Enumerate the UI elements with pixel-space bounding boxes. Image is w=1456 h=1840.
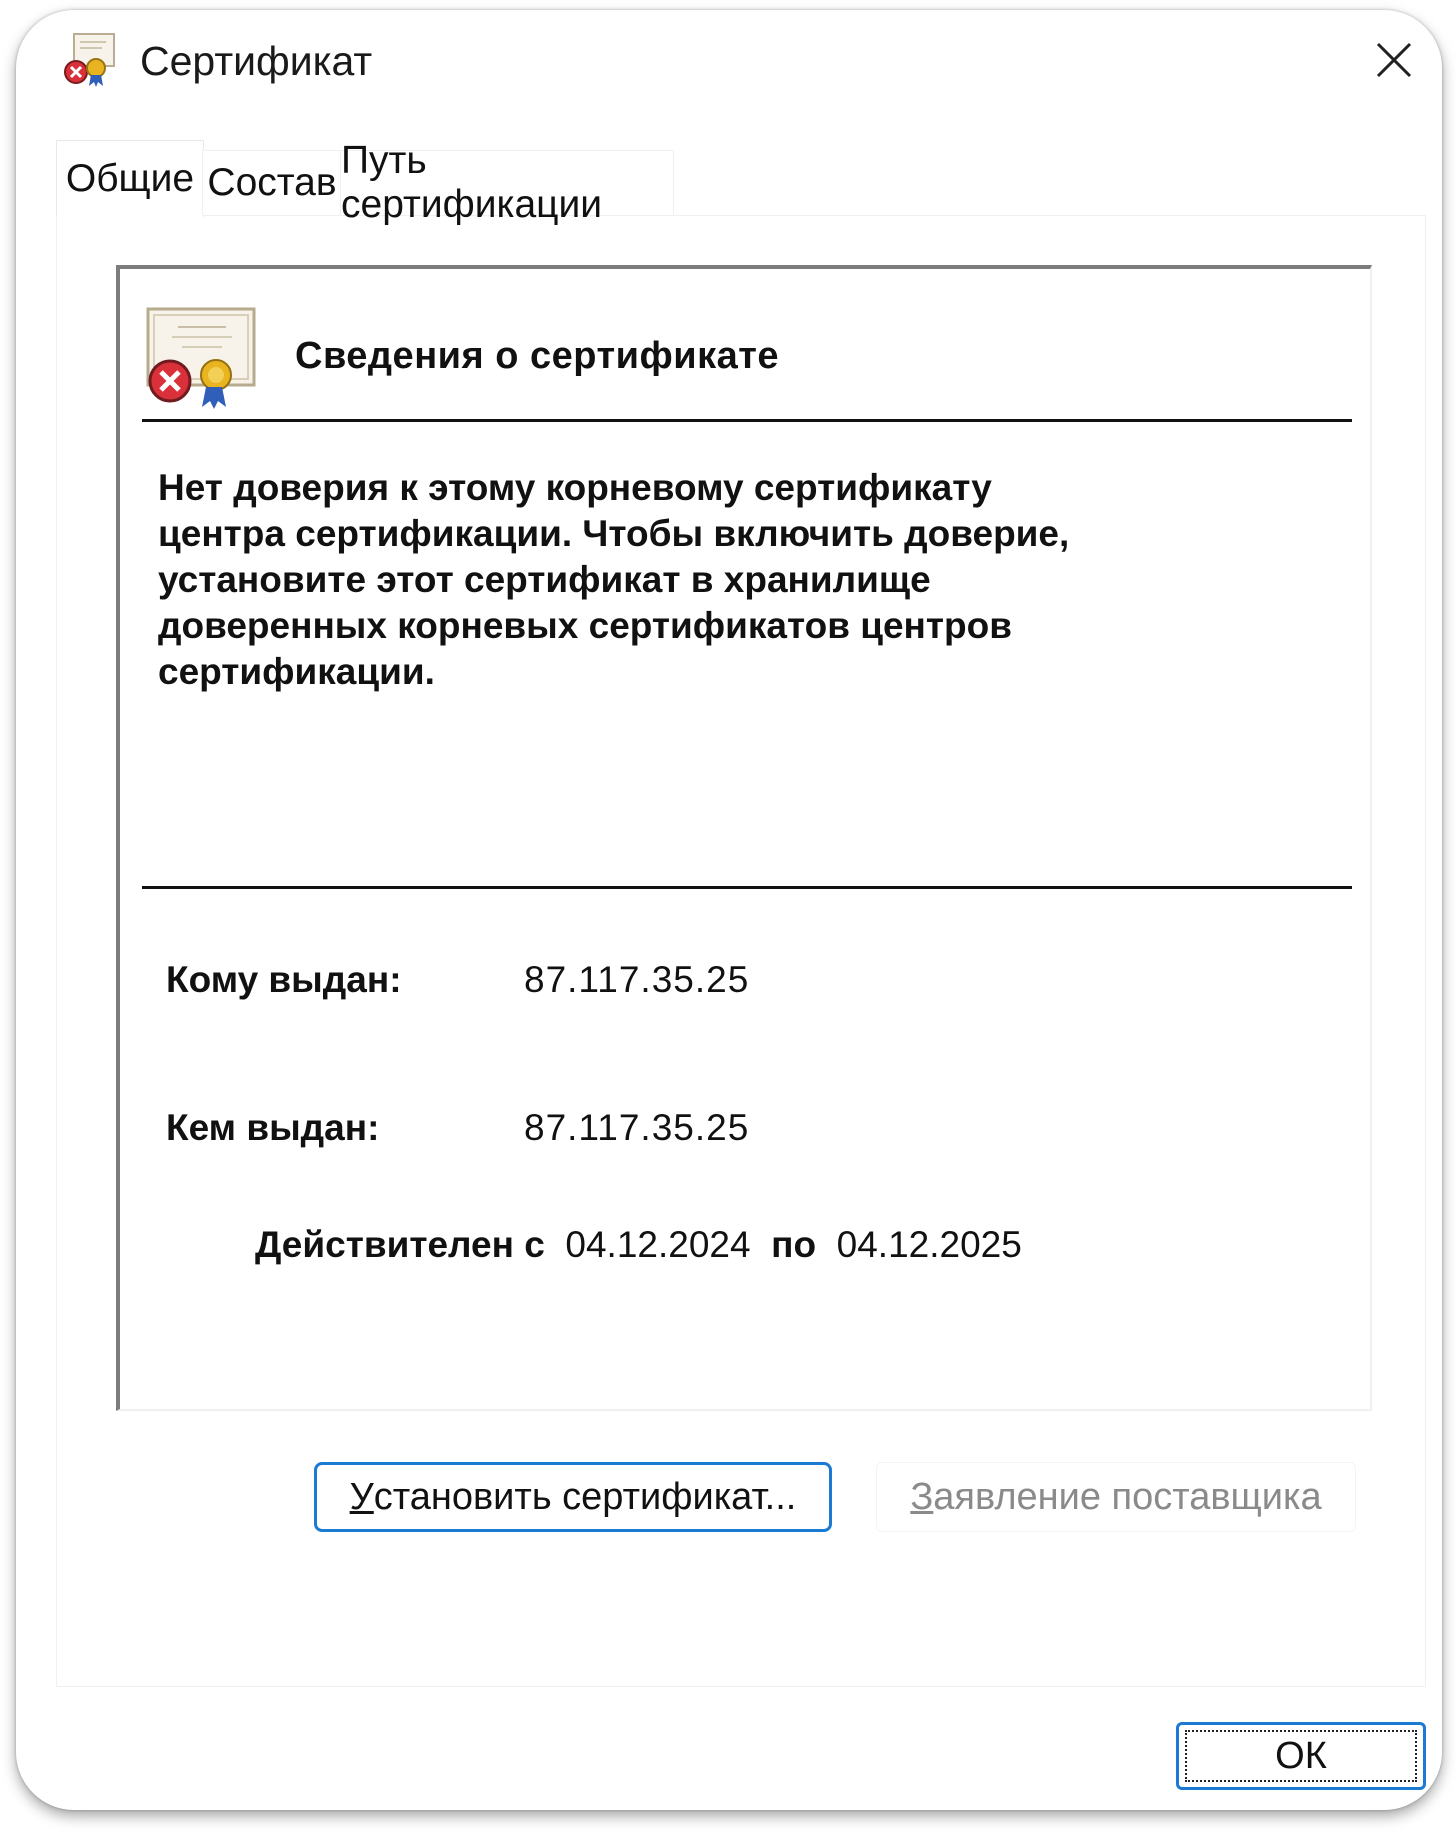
ok-label: ОК bbox=[1185, 1730, 1417, 1782]
issuer-statement-button: Заявление поставщика bbox=[876, 1462, 1356, 1532]
warning-line: центра сертификации. Чтобы включить дове… bbox=[158, 513, 1070, 554]
ok-button[interactable]: ОК bbox=[1176, 1722, 1426, 1790]
install-certificate-button[interactable]: Установить сертификат... bbox=[314, 1462, 832, 1532]
valid-to-label: по bbox=[771, 1224, 817, 1265]
trust-warning-text: Нет доверия к этому корневому сертификат… bbox=[158, 465, 1198, 695]
certificate-info-box: Сведения о сертификате Нет доверия к это… bbox=[116, 265, 1372, 1411]
window-title: Сертификат bbox=[140, 38, 373, 84]
info-heading: Сведения о сертификате bbox=[295, 335, 779, 377]
certificate-dialog: Сертификат Общие Состав Путь сертификаци… bbox=[16, 10, 1442, 1810]
tab-general[interactable]: Общие bbox=[56, 140, 204, 217]
tab-details[interactable]: Состав bbox=[202, 150, 342, 215]
install-accelerator: У bbox=[349, 1475, 374, 1518]
warning-line: Нет доверия к этому корневому сертификат… bbox=[158, 467, 992, 508]
vendor-label: аявление поставщика bbox=[933, 1475, 1322, 1518]
valid-to-value: 04.12.2025 bbox=[836, 1224, 1022, 1265]
install-label: становить сертификат... bbox=[373, 1475, 797, 1518]
validity-period: Действителен с 04.12.2024 по 04.12.2025 bbox=[255, 1224, 1022, 1266]
warning-line: установите этот сертификат в хранилище bbox=[158, 559, 931, 600]
certificate-error-icon bbox=[60, 32, 122, 90]
valid-from-value: 04.12.2024 bbox=[565, 1224, 751, 1265]
valid-from-label: Действителен с bbox=[255, 1224, 545, 1265]
close-button[interactable] bbox=[1368, 34, 1420, 86]
warning-line: сертификации. bbox=[158, 651, 435, 692]
issued-to-value: 87.117.35.25 bbox=[524, 959, 750, 1000]
tab-certification-path[interactable]: Путь сертификации bbox=[340, 139, 674, 226]
issued-by-value: 87.117.35.25 bbox=[524, 1107, 750, 1148]
issued-by-label: Кем выдан: bbox=[166, 1107, 380, 1148]
vendor-accelerator: З bbox=[910, 1475, 934, 1518]
close-icon bbox=[1376, 42, 1412, 78]
warning-line: доверенных корневых сертификатов центров bbox=[158, 605, 1012, 646]
divider-top bbox=[142, 419, 1352, 422]
issued-to-label: Кому выдан: bbox=[166, 959, 402, 1000]
certificate-untrusted-icon bbox=[142, 305, 260, 409]
divider-bottom bbox=[142, 886, 1352, 889]
